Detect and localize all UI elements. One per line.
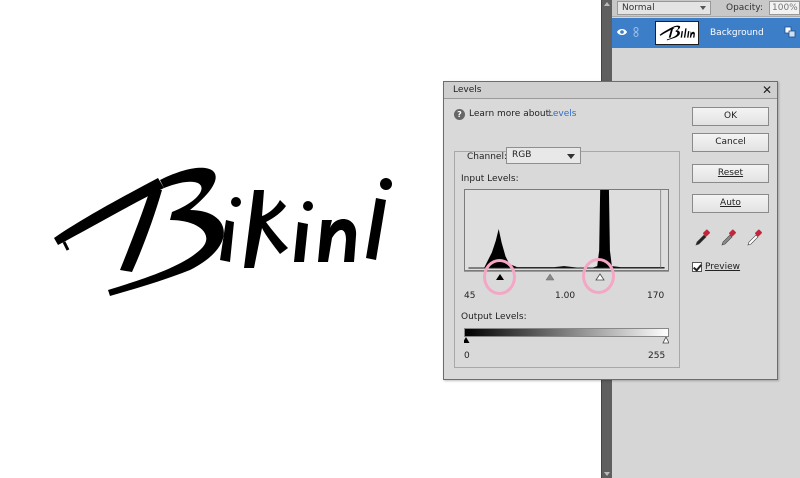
- output-levels-label: Output Levels:: [461, 312, 527, 322]
- scroll-up-arrow-icon[interactable]: [604, 2, 610, 6]
- output-black-handle: [464, 337, 470, 343]
- output-white-value[interactable]: 255: [648, 351, 665, 362]
- input-white-value[interactable]: 170: [647, 291, 664, 302]
- preview-label[interactable]: Preview: [705, 262, 740, 273]
- output-levels-slider[interactable]: [464, 337, 669, 344]
- channel-label: Channel:: [467, 152, 507, 162]
- close-icon[interactable]: ✕: [761, 84, 773, 96]
- channel-value: RGB: [512, 150, 532, 160]
- preview-checkbox[interactable]: [692, 262, 702, 272]
- output-black-value[interactable]: 0: [464, 351, 470, 362]
- chevron-down-icon: [700, 6, 706, 10]
- bikini-lettering-artwork: [54, 167, 392, 296]
- blend-mode-value: Normal: [622, 3, 655, 13]
- histogram-plot: [466, 190, 665, 269]
- black-eyedropper-icon[interactable]: [694, 227, 712, 247]
- annotation-circle-black-point: [483, 259, 516, 295]
- link-icon[interactable]: [633, 27, 639, 37]
- reset-button[interactable]: Reset: [692, 164, 769, 183]
- channel-dropdown[interactable]: RGB: [506, 147, 581, 164]
- output-white-handle: [662, 337, 669, 344]
- scroll-down-arrow-icon[interactable]: [604, 472, 610, 476]
- annotation-circle-white-point: [582, 258, 615, 294]
- help-icon[interactable]: ?: [454, 109, 465, 120]
- learn-more-link[interactable]: Levels: [548, 109, 576, 120]
- levels-dialog: Levels ✕ ? Learn more about: Levels Chan…: [443, 81, 778, 380]
- layers-options-bar: Normal Opacity: 100%: [612, 0, 800, 17]
- input-gamma-handle: [545, 273, 555, 281]
- layer-name: Background: [710, 28, 764, 38]
- layer-lock-badge-icon: [784, 26, 796, 38]
- white-eyedropper-icon[interactable]: [746, 227, 764, 247]
- gray-eyedropper-icon[interactable]: [720, 227, 738, 247]
- visibility-eye-icon[interactable]: [617, 28, 627, 36]
- layer-thumbnail[interactable]: [655, 21, 699, 45]
- layer-row-background[interactable]: Background: [612, 18, 800, 48]
- chevron-down-icon: [567, 154, 575, 159]
- output-gradient-bar: [464, 328, 669, 337]
- opacity-input[interactable]: 100%: [769, 1, 800, 15]
- opacity-label: Opacity:: [726, 3, 763, 13]
- dialog-title: Levels: [453, 85, 482, 95]
- cancel-button[interactable]: Cancel: [692, 133, 769, 152]
- layer-thumbnail-artwork: [659, 25, 695, 41]
- auto-button[interactable]: Auto: [692, 194, 769, 213]
- learn-more-text: Learn more about:: [469, 109, 553, 119]
- ok-button[interactable]: OK: [692, 107, 769, 126]
- blend-mode-dropdown[interactable]: Normal: [617, 1, 711, 15]
- input-levels-label: Input Levels:: [461, 174, 519, 184]
- input-black-value[interactable]: 45: [464, 291, 475, 302]
- dialog-titlebar[interactable]: Levels ✕: [444, 82, 777, 99]
- input-gamma-value[interactable]: 1.00: [555, 291, 575, 302]
